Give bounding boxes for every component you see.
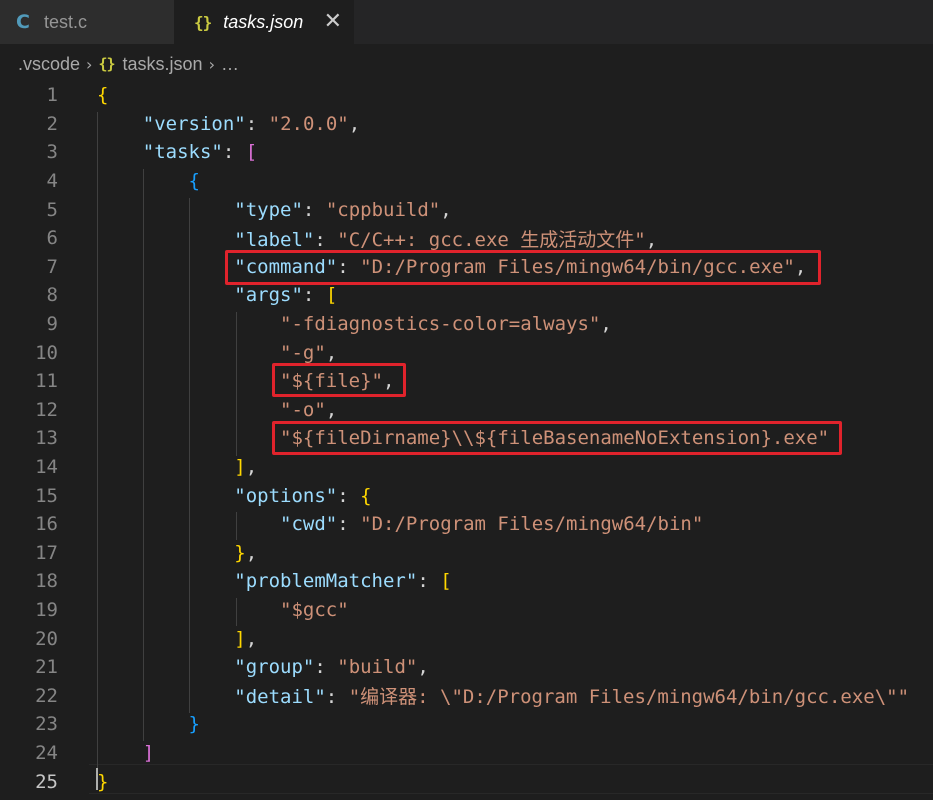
line-number: 18 — [35, 570, 58, 593]
line-number: 2 — [46, 112, 58, 135]
code-text: ], — [234, 627, 258, 650]
breadcrumb: .vscode › {} tasks.json › … — [0, 44, 933, 84]
highlight-box-command — [225, 250, 821, 285]
line-number: 12 — [35, 398, 58, 421]
code-line[interactable]: 15 "options": { — [0, 481, 933, 510]
line-number: 25 — [35, 770, 58, 793]
highlight-box-file-arg — [272, 363, 406, 397]
highlight-box-output-arg — [272, 421, 842, 455]
code-text: { — [97, 84, 109, 107]
tab-bar: C test.c {} tasks.json ✕ — [0, 0, 933, 44]
code-text: "-g", — [280, 341, 338, 364]
tab-tasks-json[interactable]: {} tasks.json ✕ — [174, 0, 354, 44]
code-line[interactable]: 3 "tasks": [ — [0, 138, 933, 167]
line-number: 8 — [46, 284, 58, 307]
code-line[interactable]: 14 ], — [0, 453, 933, 482]
code-line[interactable]: 12 "-o", — [0, 396, 933, 425]
code-line[interactable]: 23 } — [0, 710, 933, 739]
code-line[interactable]: 4 { — [0, 167, 933, 196]
code-line[interactable]: 18 "problemMatcher": [ — [0, 567, 933, 596]
code-line[interactable]: 11 "${file}", — [0, 367, 933, 396]
line-number: 13 — [35, 427, 58, 450]
code-line[interactable]: 6 "label": "C/C++: gcc.exe 生成活动文件", — [0, 224, 933, 253]
code-line[interactable]: 5 "type": "cppbuild", — [0, 195, 933, 224]
code-line[interactable]: 17 }, — [0, 539, 933, 568]
code-line[interactable]: 2 "version": "2.0.0", — [0, 110, 933, 139]
json-file-icon: {} — [98, 55, 115, 73]
code-line[interactable]: 19 "$gcc" — [0, 596, 933, 625]
line-number: 14 — [35, 456, 58, 479]
line-number: 19 — [35, 599, 58, 622]
code-text: ], — [234, 456, 258, 479]
code-line[interactable]: 10 "-g", — [0, 338, 933, 367]
code-line[interactable]: 24 ] — [0, 739, 933, 768]
line-number: 22 — [35, 684, 58, 707]
line-number: 5 — [46, 198, 58, 221]
code-text: "tasks": [ — [142, 141, 258, 164]
code-text: "detail": "编译器: \"D:/Program Files/mingw… — [234, 686, 910, 709]
code-editor[interactable]: 1{2 "version": "2.0.0", 3 "tasks": [4 {5 … — [0, 84, 933, 800]
code-line[interactable]: 20 ], — [0, 624, 933, 653]
line-number: 3 — [46, 141, 58, 164]
line-number: 10 — [35, 341, 58, 364]
line-number: 6 — [46, 227, 58, 250]
code-text: "group": "build", — [234, 656, 429, 679]
code-text: "$gcc" — [280, 599, 349, 622]
code-text: "type": "cppbuild", — [234, 198, 452, 221]
line-number: 4 — [46, 170, 58, 193]
code-text: "cwd": "D:/Program Files/mingw64/bin" — [280, 513, 704, 536]
line-number: 9 — [46, 313, 58, 336]
tab-label: test.c — [43, 11, 87, 32]
code-text: "-o", — [280, 398, 338, 421]
line-number: 11 — [35, 370, 58, 393]
line-number: 21 — [35, 656, 58, 679]
close-icon[interactable]: ✕ — [324, 9, 342, 34]
breadcrumb-folder[interactable]: .vscode — [18, 54, 80, 75]
code-line[interactable]: 8 "args": [ — [0, 281, 933, 310]
code-text: } — [97, 770, 109, 793]
code-text: { — [188, 170, 200, 193]
tab-test-c[interactable]: C test.c — [0, 0, 174, 44]
code-line[interactable]: 16 "cwd": "D:/Program Files/mingw64/bin" — [0, 510, 933, 539]
code-line[interactable]: 9 "-fdiagnostics-color=always", — [0, 310, 933, 339]
code-text: "args": [ — [234, 284, 338, 307]
code-line[interactable]: 1{ — [0, 81, 933, 110]
code-text: }, — [234, 541, 258, 564]
code-text: "version": "2.0.0", — [142, 112, 361, 135]
code-text: } — [188, 713, 200, 736]
line-number: 16 — [35, 513, 58, 536]
breadcrumb-symbols[interactable]: … — [221, 54, 239, 75]
tab-label: tasks.json — [223, 11, 304, 32]
code-text: "problemMatcher": [ — [234, 570, 452, 593]
chevron-right-icon: › — [86, 54, 93, 74]
code-line[interactable]: 25} — [0, 767, 933, 796]
line-number: 7 — [46, 255, 58, 278]
line-number: 20 — [35, 627, 58, 650]
line-number: 1 — [46, 84, 58, 107]
text-cursor — [96, 768, 98, 790]
json-file-icon: {} — [194, 12, 212, 32]
line-number: 23 — [35, 713, 58, 736]
line-number: 17 — [35, 541, 58, 564]
code-text: ] — [142, 742, 155, 765]
line-number: 24 — [35, 742, 58, 765]
code-text: "-fdiagnostics-color=always", — [280, 313, 612, 336]
line-number: 15 — [35, 484, 58, 507]
chevron-right-icon: › — [208, 54, 215, 74]
c-file-icon: C — [16, 11, 30, 33]
breadcrumb-file[interactable]: tasks.json — [123, 54, 203, 75]
code-text: "options": { — [234, 484, 372, 507]
code-line[interactable]: 21 "group": "build", — [0, 653, 933, 682]
code-text: "label": "C/C++: gcc.exe 生成活动文件", — [234, 228, 658, 251]
code-line[interactable]: 22 "detail": "编译器: \"D:/Program Files/mi… — [0, 682, 933, 711]
